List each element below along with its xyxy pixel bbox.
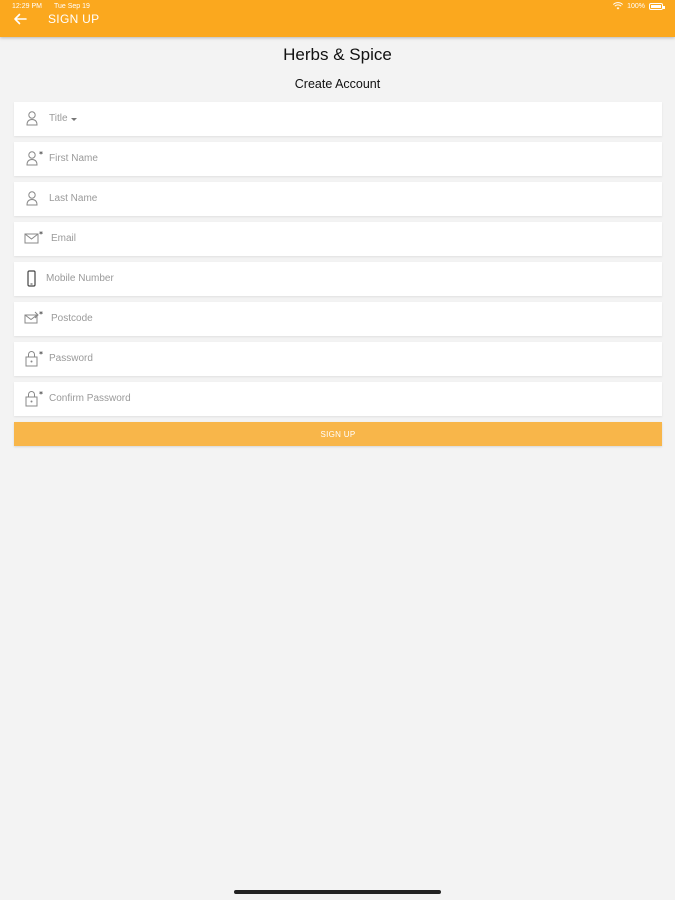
svg-text:*: * <box>39 150 43 159</box>
phone-icon <box>27 270 36 287</box>
brand-title: Herbs & Spice <box>283 45 392 64</box>
email-placeholder: Email <box>51 233 77 244</box>
confirm-password-field[interactable]: * Confirm Password <box>14 382 662 416</box>
home-indicator <box>234 890 441 894</box>
postcode-required-icon: * <box>24 310 43 324</box>
email-field[interactable]: * Email <box>14 222 662 256</box>
postcode-field[interactable]: * Postcode <box>14 302 662 336</box>
postcode-placeholder: Postcode <box>51 313 93 324</box>
back-button[interactable] <box>11 11 29 27</box>
first-name-placeholder: First Name <box>49 153 98 164</box>
first-name-field[interactable]: * First Name <box>14 142 662 176</box>
svg-text:*: * <box>39 230 43 239</box>
status-right: 100% <box>613 2 665 10</box>
status-time: 12:29 PM <box>12 3 42 10</box>
lock-required-icon: * <box>25 350 43 367</box>
arrow-left-icon <box>14 13 27 25</box>
sign-up-button[interactable]: SIGN UP <box>14 422 662 446</box>
app-bar: 12:29 PM Tue Sep 19 100% SIGN UP <box>0 0 675 37</box>
last-name-placeholder: Last Name <box>49 193 98 204</box>
mobile-number-placeholder: Mobile Number <box>46 273 114 284</box>
svg-text:*: * <box>39 310 43 319</box>
person-icon <box>26 111 38 126</box>
chevron-down-icon <box>71 118 77 121</box>
confirm-password-placeholder: Confirm Password <box>49 393 131 404</box>
battery-icon <box>649 2 665 10</box>
svg-text:*: * <box>39 390 43 399</box>
signup-form: Title * First Name Last Name * Email Mob… <box>14 102 662 446</box>
page-title: SIGN UP <box>48 12 100 26</box>
mobile-number-field[interactable]: Mobile Number <box>14 262 662 296</box>
password-placeholder: Password <box>49 353 93 364</box>
lock-required-icon: * <box>25 390 43 407</box>
title-label: Title <box>49 113 68 124</box>
last-name-field[interactable]: Last Name <box>14 182 662 216</box>
svg-text:*: * <box>39 350 43 359</box>
password-field[interactable]: * Password <box>14 342 662 376</box>
person-required-icon: * <box>26 150 43 166</box>
battery-percent: 100% <box>627 2 645 10</box>
status-date: Tue Sep 19 <box>54 3 90 10</box>
form-subtitle: Create Account <box>294 77 381 91</box>
email-required-icon: * <box>24 230 43 244</box>
title-select[interactable]: Title <box>14 102 662 136</box>
wifi-icon <box>613 2 624 10</box>
person-icon <box>26 191 38 206</box>
